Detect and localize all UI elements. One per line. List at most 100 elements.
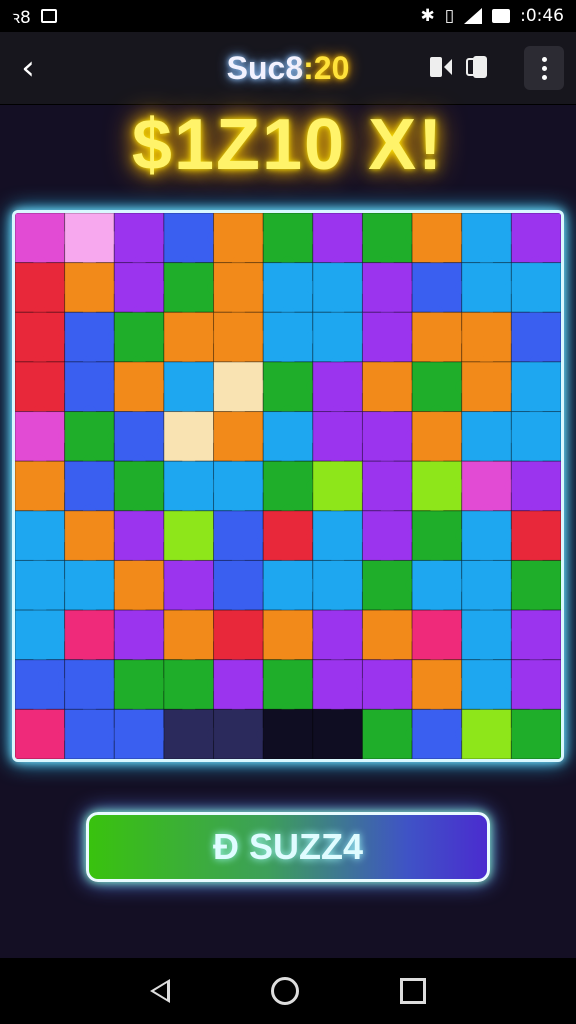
puzzle-piece[interactable]	[312, 361, 363, 413]
puzzle-piece[interactable]	[163, 213, 215, 264]
puzzle-piece[interactable]	[213, 460, 264, 512]
puzzle-piece[interactable]	[411, 361, 463, 413]
puzzle-piece[interactable]	[262, 659, 314, 710]
puzzle-piece[interactable]	[411, 213, 463, 264]
puzzle-piece[interactable]	[361, 659, 413, 710]
puzzle-piece[interactable]	[312, 460, 363, 512]
puzzle-piece[interactable]	[64, 510, 115, 561]
puzzle-piece[interactable]	[262, 262, 314, 313]
puzzle-piece[interactable]	[411, 411, 463, 462]
puzzle-piece[interactable]	[312, 213, 363, 264]
puzzle-piece[interactable]	[411, 311, 463, 363]
puzzle-piece[interactable]	[461, 311, 512, 363]
puzzle-piece[interactable]	[312, 708, 363, 759]
puzzle-piece[interactable]	[262, 213, 314, 264]
puzzle-piece[interactable]	[113, 460, 165, 512]
puzzle-piece[interactable]	[15, 460, 66, 512]
puzzle-piece[interactable]	[312, 609, 363, 661]
puzzle-piece[interactable]	[64, 213, 115, 264]
puzzle-piece[interactable]	[411, 460, 463, 512]
action-button[interactable]: Ð SUZZ4	[86, 812, 490, 882]
puzzle-piece[interactable]	[113, 262, 165, 313]
puzzle-piece[interactable]	[461, 510, 512, 561]
puzzle-piece[interactable]	[510, 708, 561, 759]
puzzle-piece[interactable]	[213, 708, 264, 759]
puzzle-piece[interactable]	[15, 708, 66, 759]
puzzle-piece[interactable]	[262, 609, 314, 661]
nav-back-icon[interactable]	[150, 979, 171, 1003]
puzzle-piece[interactable]	[510, 510, 561, 561]
puzzle-piece[interactable]	[163, 361, 215, 413]
puzzle-piece[interactable]	[361, 609, 413, 661]
puzzle-piece[interactable]	[163, 708, 215, 759]
puzzle-piece[interactable]	[361, 460, 413, 512]
puzzle-piece[interactable]	[361, 361, 413, 413]
puzzle-piece[interactable]	[262, 559, 314, 611]
puzzle-piece[interactable]	[163, 411, 215, 462]
puzzle-piece[interactable]	[64, 659, 115, 710]
puzzle-piece[interactable]	[312, 510, 363, 561]
puzzle-piece[interactable]	[262, 708, 314, 759]
puzzle-piece[interactable]	[361, 311, 413, 363]
puzzle-grid[interactable]	[15, 213, 561, 759]
puzzle-piece[interactable]	[163, 262, 215, 313]
puzzle-piece[interactable]	[213, 311, 264, 363]
puzzle-piece[interactable]	[113, 559, 165, 611]
puzzle-piece[interactable]	[15, 559, 66, 611]
puzzle-piece[interactable]	[113, 609, 165, 661]
puzzle-piece[interactable]	[361, 411, 413, 462]
puzzle-piece[interactable]	[510, 311, 561, 363]
puzzle-piece[interactable]	[312, 559, 363, 611]
puzzle-piece[interactable]	[64, 609, 115, 661]
puzzle-piece[interactable]	[262, 311, 314, 363]
puzzle-piece[interactable]	[510, 559, 561, 611]
puzzle-piece[interactable]	[510, 262, 561, 313]
puzzle-piece[interactable]	[461, 361, 512, 413]
puzzle-piece[interactable]	[262, 411, 314, 462]
puzzle-piece[interactable]	[213, 361, 264, 413]
puzzle-piece[interactable]	[461, 659, 512, 710]
puzzle-piece[interactable]	[213, 659, 264, 710]
puzzle-piece[interactable]	[213, 510, 264, 561]
puzzle-piece[interactable]	[15, 361, 66, 413]
puzzle-piece[interactable]	[163, 460, 215, 512]
puzzle-piece[interactable]	[510, 361, 561, 413]
puzzle-piece[interactable]	[461, 213, 512, 264]
puzzle-piece[interactable]	[510, 659, 561, 710]
puzzle-piece[interactable]	[213, 559, 264, 611]
puzzle-piece[interactable]	[15, 262, 66, 313]
puzzle-piece[interactable]	[411, 708, 463, 759]
puzzle-piece[interactable]	[163, 311, 215, 363]
puzzle-piece[interactable]	[361, 213, 413, 264]
puzzle-piece[interactable]	[163, 609, 215, 661]
puzzle-piece[interactable]	[64, 708, 115, 759]
puzzle-piece[interactable]	[361, 262, 413, 313]
video-icon[interactable]	[430, 56, 452, 78]
puzzle-piece[interactable]	[461, 559, 512, 611]
puzzle-piece[interactable]	[312, 659, 363, 710]
puzzle-piece[interactable]	[163, 510, 215, 561]
puzzle-piece[interactable]	[262, 361, 314, 413]
puzzle-piece[interactable]	[163, 659, 215, 710]
puzzle-piece[interactable]	[213, 609, 264, 661]
puzzle-piece[interactable]	[113, 361, 165, 413]
puzzle-piece[interactable]	[113, 311, 165, 363]
puzzle-piece[interactable]	[510, 411, 561, 462]
nav-home-icon[interactable]	[270, 977, 299, 1005]
puzzle-piece[interactable]	[461, 460, 512, 512]
puzzle-piece[interactable]	[15, 609, 66, 661]
puzzle-piece[interactable]	[15, 659, 66, 710]
puzzle-piece[interactable]	[361, 559, 413, 611]
puzzle-piece[interactable]	[411, 262, 463, 313]
puzzle-piece[interactable]	[113, 213, 165, 264]
puzzle-piece[interactable]	[113, 510, 165, 561]
puzzle-piece[interactable]	[361, 510, 413, 561]
puzzle-piece[interactable]	[312, 311, 363, 363]
puzzle-piece[interactable]	[262, 460, 314, 512]
puzzle-piece[interactable]	[64, 262, 115, 313]
puzzle-piece[interactable]	[411, 559, 463, 611]
puzzle-piece[interactable]	[64, 411, 115, 462]
puzzle-piece[interactable]	[461, 609, 512, 661]
puzzle-piece[interactable]	[312, 411, 363, 462]
puzzle-piece[interactable]	[64, 559, 115, 611]
